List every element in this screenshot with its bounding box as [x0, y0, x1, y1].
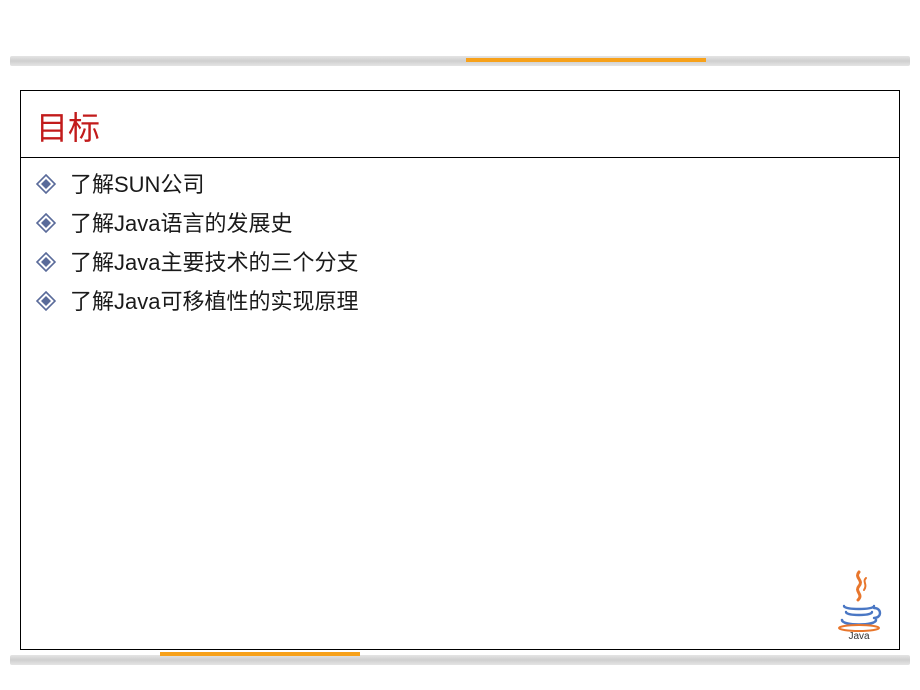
diamond-bullet-icon: [36, 291, 58, 313]
java-logo: Java: [834, 570, 884, 640]
list-item: 了解SUN公司: [36, 168, 358, 201]
list-item-text: 了解SUN公司: [70, 168, 204, 201]
bottom-accent-bar: [160, 652, 360, 656]
java-logo-label: Java: [834, 631, 884, 642]
title-underline: [20, 157, 900, 158]
bullet-list: 了解SUN公司 了解Java语言的发展史 了解Java主要技术的三个分支: [36, 168, 358, 324]
slide: 目标 了解SUN公司 了解Java语言的发展史: [0, 0, 920, 690]
top-accent-bar: [466, 58, 706, 62]
list-item-text: 了解Java语言的发展史: [70, 207, 292, 240]
list-item: 了解Java语言的发展史: [36, 207, 358, 240]
list-item-text: 了解Java主要技术的三个分支: [70, 246, 358, 279]
diamond-bullet-icon: [36, 213, 58, 235]
bottom-divider-bar: [10, 655, 910, 665]
top-divider-bar: [10, 56, 910, 66]
diamond-bullet-icon: [36, 174, 58, 196]
list-item: 了解Java可移植性的实现原理: [36, 285, 358, 318]
slide-title: 目标: [36, 103, 100, 149]
diamond-bullet-icon: [36, 252, 58, 274]
list-item-text: 了解Java可移植性的实现原理: [70, 285, 358, 318]
list-item: 了解Java主要技术的三个分支: [36, 246, 358, 279]
